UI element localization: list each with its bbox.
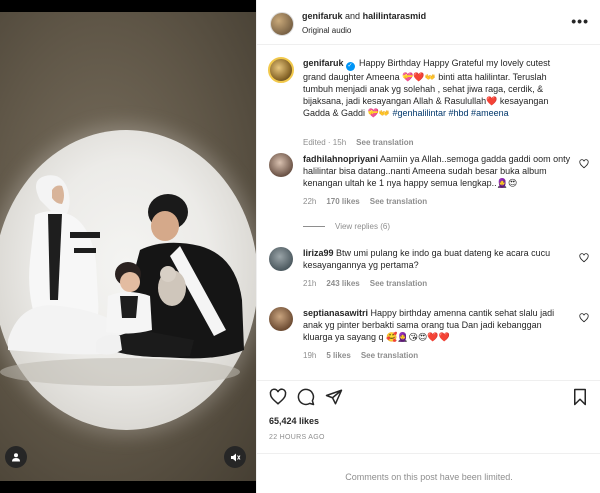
- view-replies-label: View replies (6): [335, 222, 390, 231]
- comment-see-translation[interactable]: See translation: [361, 351, 418, 360]
- comment-likes[interactable]: 243 likes: [326, 279, 359, 288]
- mute-button[interactable]: [224, 446, 246, 468]
- comment-emoji: 🥰🧕😘😍❤️❤️: [386, 332, 450, 342]
- comment-likes[interactable]: 170 likes: [326, 197, 359, 206]
- caption-emoji-2: ❤️: [486, 96, 498, 106]
- post-photo: [0, 0, 256, 493]
- caption-emoji-1: 💝❤️👐: [402, 72, 436, 82]
- caption-hashtags[interactable]: #genhalilintar #hbd #ameena: [393, 108, 509, 118]
- post-date: 22 HOURS AGO: [269, 434, 325, 441]
- comment-time[interactable]: 19h: [303, 351, 316, 360]
- comments-scroll-area[interactable]: genifaruk ✓ Happy Birthday Happy Grateful…: [257, 46, 600, 380]
- commenter-avatar[interactable]: [269, 153, 293, 177]
- comment-text: liriza99 Btw umi pulang ke indo ga buat …: [303, 247, 571, 271]
- comment-text: fadhilahnopriyani Aamiin ya Allah..semog…: [303, 153, 571, 189]
- comment-see-translation[interactable]: See translation: [370, 197, 427, 206]
- comment-like-heart-icon[interactable]: [579, 253, 589, 263]
- comment-like-heart-icon[interactable]: [579, 159, 589, 169]
- comments-limited-notice: Comments on this post have been limited.: [257, 453, 600, 493]
- caption-emoji-3: 💝👐: [367, 108, 390, 118]
- comment-username[interactable]: liriza99: [303, 248, 334, 258]
- post-authors: genifaruk and halilintarasmid: [302, 11, 426, 21]
- post-header: genifaruk and halilintarasmid Original a…: [257, 0, 600, 45]
- author-username[interactable]: genifaruk: [302, 11, 343, 21]
- comment-see-translation[interactable]: See translation: [370, 279, 427, 288]
- comment-meta: 21h 243 likes See translation: [303, 279, 427, 288]
- comment-time[interactable]: 21h: [303, 279, 316, 288]
- likes-count[interactable]: 65,424 likes: [269, 416, 319, 426]
- verified-badge-icon: ✓: [345, 62, 355, 71]
- comment-meta: 19h 5 likes See translation: [303, 351, 418, 360]
- comment-icon[interactable]: [297, 388, 315, 406]
- caption-time[interactable]: 15h: [333, 138, 346, 147]
- comment-likes[interactable]: 5 likes: [326, 351, 350, 360]
- paper-plane-icon[interactable]: [325, 388, 343, 406]
- commenter-avatar[interactable]: [269, 247, 293, 271]
- user-tag-icon: [12, 453, 20, 462]
- post-media[interactable]: [0, 0, 256, 493]
- comment-username[interactable]: fadhilahnopriyani: [303, 154, 378, 164]
- comment-like-heart-icon[interactable]: [579, 313, 589, 323]
- caption-avatar[interactable]: [268, 57, 294, 83]
- coauthor-username[interactable]: halilintarasmid: [363, 11, 427, 21]
- comment-meta: 22h 170 likes See translation: [303, 197, 427, 206]
- view-replies-button[interactable]: View replies (6): [303, 222, 390, 231]
- caption-meta: Edited · 15h See translation: [303, 138, 414, 147]
- authors-connector: and: [345, 11, 361, 21]
- more-options-button[interactable]: •••: [571, 14, 589, 28]
- comment-username[interactable]: septianasawitri: [303, 308, 368, 318]
- caption-username[interactable]: genifaruk: [303, 58, 344, 68]
- action-bar: [257, 380, 600, 412]
- comment-emoji: 🧕😍: [496, 178, 518, 188]
- caption-edited: Edited: [303, 138, 326, 147]
- post-sidebar: genifaruk and halilintarasmid Original a…: [256, 0, 600, 493]
- audio-label[interactable]: Original audio: [302, 26, 351, 35]
- photo-people: [0, 175, 244, 386]
- author-avatar[interactable]: [270, 12, 294, 36]
- bookmark-icon[interactable]: [571, 388, 589, 406]
- comment-text: septianasawitri Happy birthday amenna ca…: [303, 307, 571, 343]
- caption-text: genifaruk ✓ Happy Birthday Happy Grateful…: [303, 57, 571, 119]
- commenter-avatar[interactable]: [269, 307, 293, 331]
- comment-body: Btw umi pulang ke indo ga buat dateng ke…: [303, 248, 551, 270]
- speaker-muted-icon: [230, 453, 240, 461]
- user-tags-button[interactable]: [5, 446, 27, 468]
- replies-divider: [303, 226, 325, 227]
- comment-time[interactable]: 22h: [303, 197, 316, 206]
- caption-see-translation[interactable]: See translation: [356, 138, 413, 147]
- heart-icon[interactable]: [269, 388, 287, 406]
